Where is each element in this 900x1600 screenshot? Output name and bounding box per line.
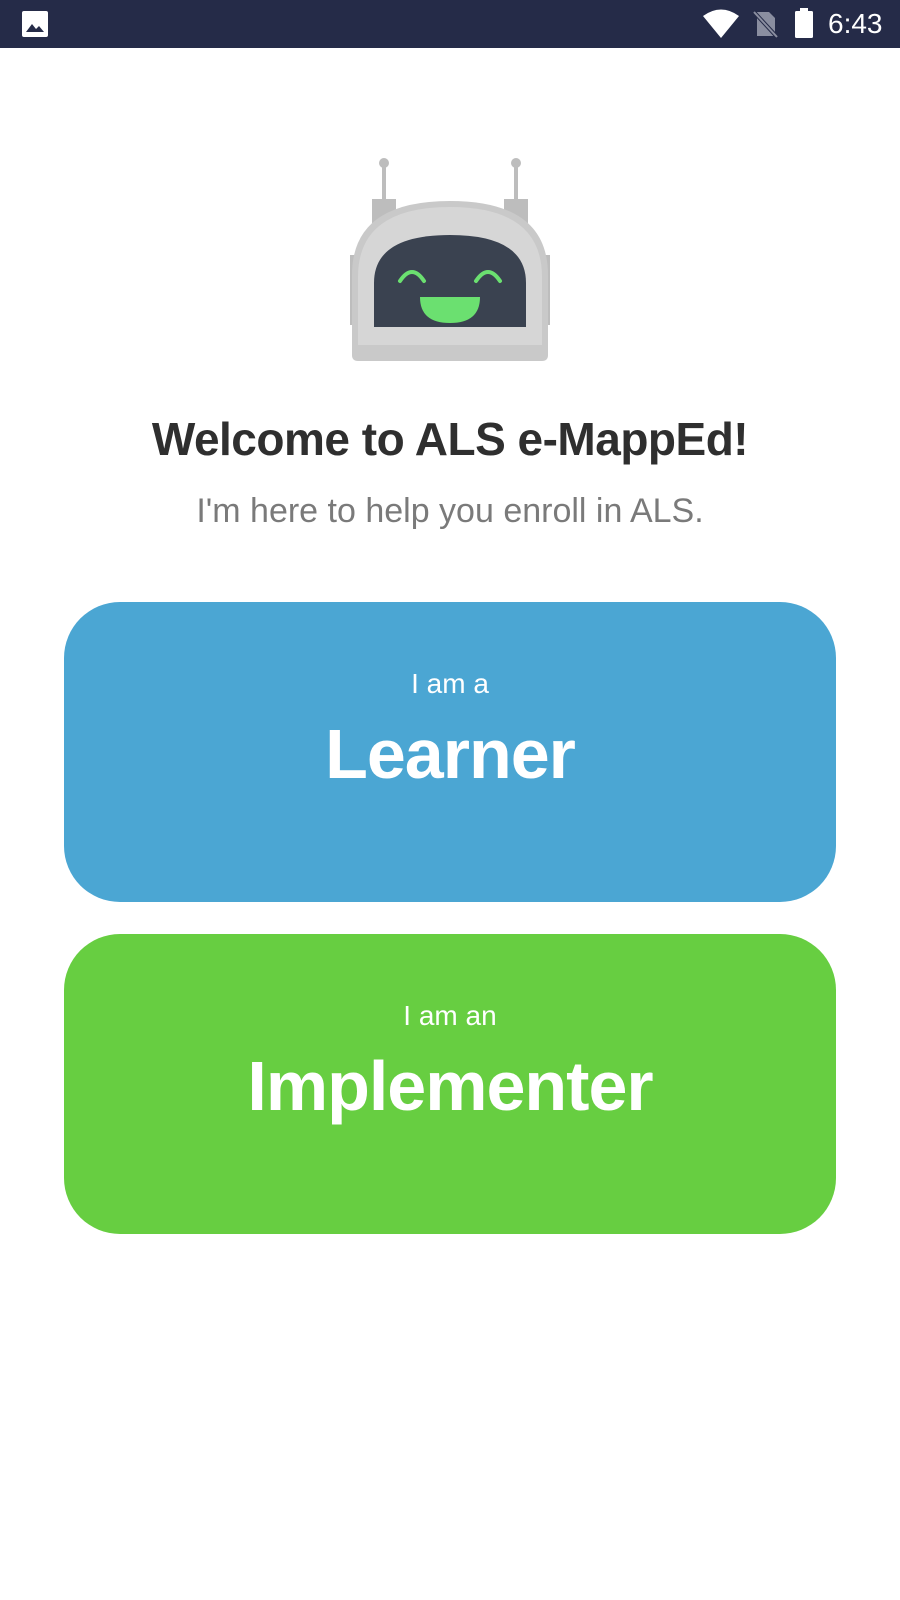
welcome-subtitle: I'm here to help you enroll in ALS. [196,492,704,530]
learner-button[interactable]: I am a Learner [64,602,836,902]
implementer-button[interactable]: I am an Implementer [64,934,836,1234]
no-sim-icon [752,10,778,38]
gallery-icon [22,11,48,37]
welcome-title: Welcome to ALS e-MappEd! [151,413,749,465]
learner-label: Learner [325,715,576,793]
implementer-label: Implementer [247,1047,653,1125]
status-clock: 6:43 [828,8,883,39]
wifi-icon [703,9,739,38]
robot-mascot-icon [350,158,550,361]
battery-icon [795,8,813,38]
status-bar: 6:43 [0,0,900,48]
learner-prefix-label: I am a [411,668,489,699]
implementer-prefix-label: I am an [403,1000,497,1031]
